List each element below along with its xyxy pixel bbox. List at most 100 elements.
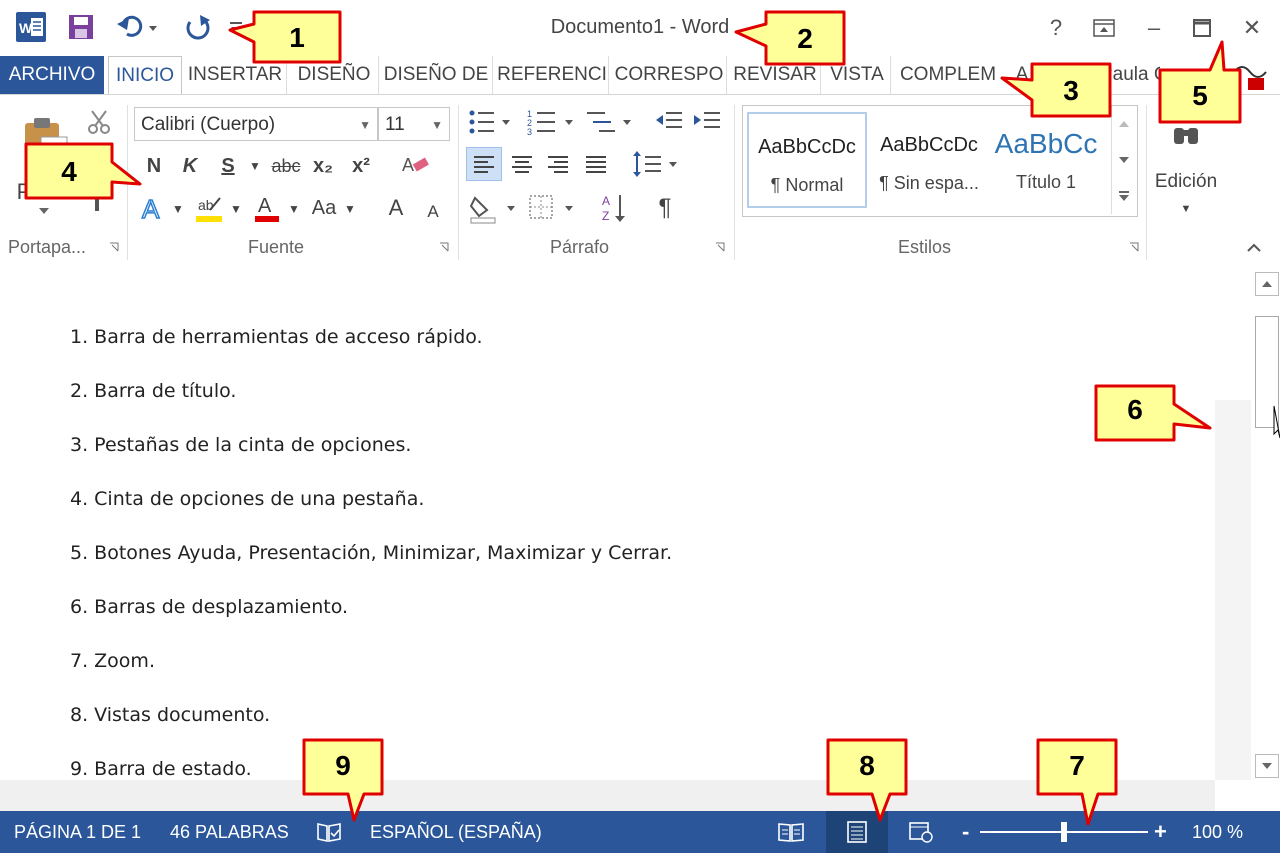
style-preview: AaBbCcDc <box>758 136 856 158</box>
list-item: 6. Barras de desplazamiento. <box>70 596 349 618</box>
numbering-icon[interactable]: 123 <box>526 107 576 137</box>
paragraph-launcher-icon[interactable] <box>712 239 728 255</box>
zoom-slider[interactable] <box>980 822 1148 842</box>
align-left-icon[interactable] <box>466 147 502 181</box>
chevron-down-icon: ▼ <box>431 118 443 132</box>
font-launcher-icon[interactable] <box>436 239 452 255</box>
zoom-in-button[interactable]: + <box>1154 811 1167 853</box>
tab-complementos[interactable]: COMPLEM <box>894 56 1002 94</box>
style-heading-1[interactable]: AaBbCc Título 1 <box>991 112 1101 208</box>
read-mode-icon[interactable] <box>778 811 808 853</box>
tab-referencias[interactable]: REFERENCI <box>496 56 609 94</box>
style-name: Título 1 <box>1015 172 1077 192</box>
chevron-down-icon[interactable] <box>1116 146 1132 174</box>
line-spacing-icon[interactable] <box>630 147 680 181</box>
svg-text:Z: Z <box>602 209 609 223</box>
svg-text:ab: ab <box>198 197 214 213</box>
callout-number: 4 <box>61 156 77 187</box>
list-item: 7. Zoom. <box>70 650 155 672</box>
subscript-button[interactable]: x₂ <box>308 151 338 181</box>
underline-button[interactable]: S <box>214 151 242 181</box>
change-case-dropdown-icon[interactable]: ▼ <box>342 199 358 219</box>
editing-dropdown-icon[interactable]: ▼ <box>1178 199 1194 219</box>
increase-indent-icon[interactable] <box>690 107 724 137</box>
font-color-icon[interactable]: A <box>252 191 282 225</box>
borders-icon[interactable] <box>526 191 578 225</box>
clipboard-launcher-icon[interactable] <box>106 239 122 255</box>
mouse-cursor-icon <box>1268 404 1280 440</box>
highlight-icon[interactable]: ab <box>192 191 226 225</box>
group-label-styles: Estilos <box>898 237 952 257</box>
document-list: 1. Barra de herramientas de acceso rápid… <box>70 323 672 809</box>
tab-archivo[interactable]: ARCHIVO <box>0 56 104 94</box>
svg-text:A: A <box>402 155 414 175</box>
align-right-icon[interactable] <box>542 147 574 181</box>
align-center-icon[interactable] <box>506 147 538 181</box>
tab-correspondencia[interactable]: CORRESPO <box>612 56 727 94</box>
bullets-icon[interactable] <box>468 107 512 137</box>
multilevel-list-icon[interactable] <box>584 107 634 137</box>
scroll-up-icon[interactable] <box>1255 272 1279 296</box>
scroll-down-icon[interactable] <box>1255 754 1279 778</box>
page-count[interactable]: PÁGINA 1 DE 1 <box>14 811 141 853</box>
help-button[interactable]: ? <box>1036 10 1076 46</box>
decrease-indent-icon[interactable] <box>652 107 686 137</box>
title-bar: W Documento1 - Word ? – ✕ <box>0 0 1280 56</box>
group-separator <box>1146 105 1147 260</box>
bold-button[interactable]: N <box>140 151 168 181</box>
group-separator <box>458 105 459 260</box>
style-normal[interactable]: AaBbCcDc ¶ Normal <box>747 112 867 208</box>
styles-scroll <box>1111 106 1136 214</box>
tab-inicio[interactable]: INICIO <box>108 56 182 97</box>
clear-formatting-icon[interactable]: A <box>398 149 432 181</box>
editing-button[interactable]: Edición <box>1150 169 1222 195</box>
tab-diseno-de[interactable]: DISEÑO DE <box>380 56 493 94</box>
style-no-spacing[interactable]: AaBbCcDc ¶ Sin espa... <box>869 112 989 208</box>
shrink-font-button[interactable]: A <box>420 195 446 229</box>
styles-gallery: AaBbCcDc ¶ Normal AaBbCcDc ¶ Sin espa...… <box>742 105 1138 217</box>
font-name-combo[interactable]: Calibri (Cuerpo) ▼ <box>134 107 378 141</box>
cut-icon[interactable] <box>84 107 114 137</box>
ribbon-display-options-icon[interactable] <box>1084 10 1124 46</box>
zoom-level[interactable]: 100 % <box>1192 811 1243 853</box>
sort-icon[interactable]: AZ <box>598 191 632 225</box>
highlight-dropdown-icon[interactable]: ▼ <box>228 199 244 219</box>
callout-number: 5 <box>1192 80 1208 111</box>
horizontal-scroll-area <box>0 780 1215 811</box>
word-count[interactable]: 46 PALABRAS <box>170 811 289 853</box>
language-indicator[interactable]: ESPAÑOL (ESPAÑA) <box>370 811 542 853</box>
underline-dropdown-icon[interactable]: ▼ <box>246 151 264 181</box>
web-layout-icon[interactable] <box>908 811 938 853</box>
text-effects-dropdown-icon[interactable]: ▼ <box>170 199 186 219</box>
group-separator <box>734 105 735 260</box>
strikethrough-button[interactable]: abc <box>268 151 304 181</box>
paste-dropdown-icon[interactable] <box>30 201 58 221</box>
svg-text:3: 3 <box>527 127 532 136</box>
superscript-button[interactable]: x² <box>346 151 376 181</box>
callout-number: 9 <box>335 750 351 781</box>
collapse-ribbon-icon[interactable] <box>1244 237 1264 257</box>
text-effects-icon[interactable]: A <box>138 193 168 225</box>
document-area[interactable]: 1. Barra de herramientas de acceso rápid… <box>0 263 1215 780</box>
zoom-out-button[interactable]: - <box>962 811 969 853</box>
grow-font-button[interactable]: A <box>382 191 410 225</box>
vertical-scrollbar[interactable] <box>1254 272 1280 778</box>
more-styles-icon[interactable] <box>1116 182 1132 210</box>
justify-icon[interactable] <box>580 147 612 181</box>
styles-launcher-icon[interactable] <box>1126 239 1142 255</box>
list-item: 3. Pestañas de la cinta de opciones. <box>70 434 412 456</box>
show-formatting-button[interactable]: ¶ <box>650 191 680 225</box>
font-size-combo[interactable]: 11 ▼ <box>378 107 450 141</box>
callout-8: 8 <box>826 738 910 822</box>
style-name: ¶ Normal <box>770 175 844 195</box>
chevron-up-icon[interactable] <box>1116 110 1132 138</box>
callout-4: 4 <box>24 142 142 200</box>
svg-text:A: A <box>142 194 160 224</box>
font-color-dropdown-icon[interactable]: ▼ <box>286 199 302 219</box>
callout-number: 7 <box>1069 750 1085 781</box>
shading-icon[interactable] <box>468 191 520 225</box>
italic-button[interactable]: K <box>176 151 204 181</box>
ribbon: P Portapa... Calibri (Cuerpo) ▼ 11 ▼ N K… <box>0 94 1280 264</box>
change-case-button[interactable]: Aa <box>306 191 342 225</box>
callout-7: 7 <box>1036 738 1120 826</box>
